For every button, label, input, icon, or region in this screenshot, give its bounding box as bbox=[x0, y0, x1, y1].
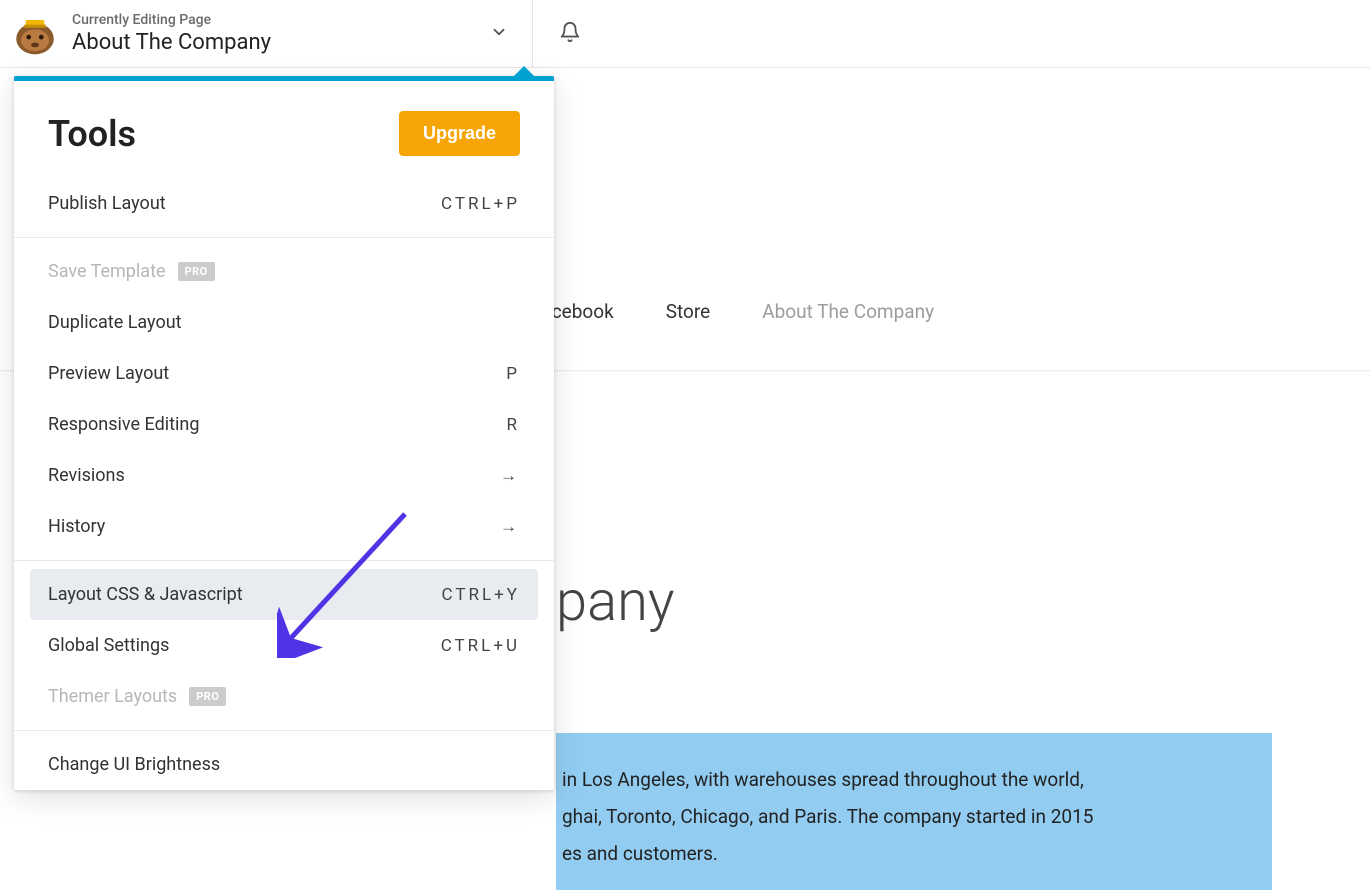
popover-header: Tools Upgrade bbox=[14, 81, 554, 178]
popover-scroll[interactable]: Tools Upgrade Publish Layout CTRL+P Save… bbox=[14, 81, 554, 790]
bell-icon bbox=[559, 31, 581, 46]
preview-line-2: ghai, Toronto, Chicago, and Paris. The c… bbox=[560, 798, 1248, 835]
menu-label: History bbox=[48, 516, 105, 537]
menu-label: Revisions bbox=[48, 465, 125, 486]
tools-section-1: Publish Layout CTRL+P bbox=[14, 178, 554, 229]
shortcut: → bbox=[500, 466, 520, 486]
upgrade-button[interactable]: Upgrade bbox=[399, 111, 520, 156]
menu-item-duplicate-layout[interactable]: Duplicate Layout bbox=[30, 297, 538, 348]
shortcut: CTRL+P bbox=[441, 194, 520, 214]
menu-label: Themer Layouts bbox=[48, 686, 177, 707]
menu-item-history[interactable]: History → bbox=[30, 501, 538, 552]
menu-item-save-template: Save Template PRO bbox=[30, 246, 538, 297]
popover-caret-icon bbox=[512, 66, 536, 78]
menu-label: Duplicate Layout bbox=[48, 312, 182, 333]
menu-label: Publish Layout bbox=[48, 193, 166, 214]
shortcut: CTRL+U bbox=[441, 636, 520, 656]
tools-title: Tools bbox=[48, 113, 136, 155]
topbar-divider bbox=[532, 0, 533, 68]
menu-item-layout-css-js[interactable]: Layout CSS & Javascript CTRL+Y bbox=[30, 569, 538, 620]
shortcut: P bbox=[506, 364, 520, 384]
pro-badge: PRO bbox=[178, 262, 215, 281]
page-title: About The Company bbox=[72, 29, 271, 57]
menu-item-preview-layout[interactable]: Preview Layout P bbox=[30, 348, 538, 399]
menu-label: Layout CSS & Javascript bbox=[48, 584, 243, 605]
tools-popover: Tools Upgrade Publish Layout CTRL+P Save… bbox=[14, 76, 554, 790]
beaver-logo-icon bbox=[10, 9, 60, 59]
pro-badge: PRO bbox=[189, 687, 226, 706]
page-dropdown-toggle[interactable] bbox=[476, 15, 522, 52]
shortcut: CTRL+Y bbox=[442, 585, 520, 605]
tools-section-3: Layout CSS & Javascript CTRL+Y Global Se… bbox=[14, 569, 554, 722]
nav-link-store[interactable]: Store bbox=[666, 300, 711, 323]
menu-separator bbox=[14, 560, 554, 561]
notifications-button[interactable] bbox=[543, 13, 597, 54]
menu-item-themer-layouts: Themer Layouts PRO bbox=[30, 671, 538, 722]
menu-item-change-ui-brightness[interactable]: Change UI Brightness bbox=[30, 739, 538, 790]
tools-section-2: Save Template PRO Duplicate Layout Previ… bbox=[14, 246, 554, 552]
preview-line-3: es and customers. bbox=[560, 835, 1248, 872]
menu-item-global-settings[interactable]: Global Settings CTRL+U bbox=[30, 620, 538, 671]
menu-item-responsive-editing[interactable]: Responsive Editing R bbox=[30, 399, 538, 450]
menu-separator bbox=[14, 730, 554, 731]
shortcut: R bbox=[507, 415, 520, 435]
menu-label: Global Settings bbox=[48, 635, 169, 656]
currently-editing-label: Currently Editing Page bbox=[72, 11, 271, 29]
menu-item-revisions[interactable]: Revisions → bbox=[30, 450, 538, 501]
menu-separator bbox=[14, 237, 554, 238]
page-context: Currently Editing Page About The Company bbox=[72, 11, 522, 57]
page-meta: Currently Editing Page About The Company bbox=[72, 11, 271, 57]
preview-line-1: in Los Angeles, with warehouses spread t… bbox=[560, 761, 1248, 798]
menu-label: Preview Layout bbox=[48, 363, 169, 384]
menu-item-publish-layout[interactable]: Publish Layout CTRL+P bbox=[30, 178, 538, 229]
shortcut: → bbox=[500, 517, 520, 537]
topbar: Currently Editing Page About The Company bbox=[0, 0, 1370, 68]
menu-label: Change UI Brightness bbox=[48, 754, 220, 775]
menu-label: Save Template bbox=[48, 261, 166, 282]
chevron-down-icon bbox=[490, 29, 508, 44]
preview-heading-fragment: pany bbox=[556, 568, 675, 634]
tools-section-4: Change UI Brightness bbox=[14, 739, 554, 790]
menu-label: Responsive Editing bbox=[48, 414, 199, 435]
nav-link-about[interactable]: About The Company bbox=[762, 300, 934, 323]
preview-text-box[interactable]: in Los Angeles, with warehouses spread t… bbox=[556, 733, 1272, 890]
